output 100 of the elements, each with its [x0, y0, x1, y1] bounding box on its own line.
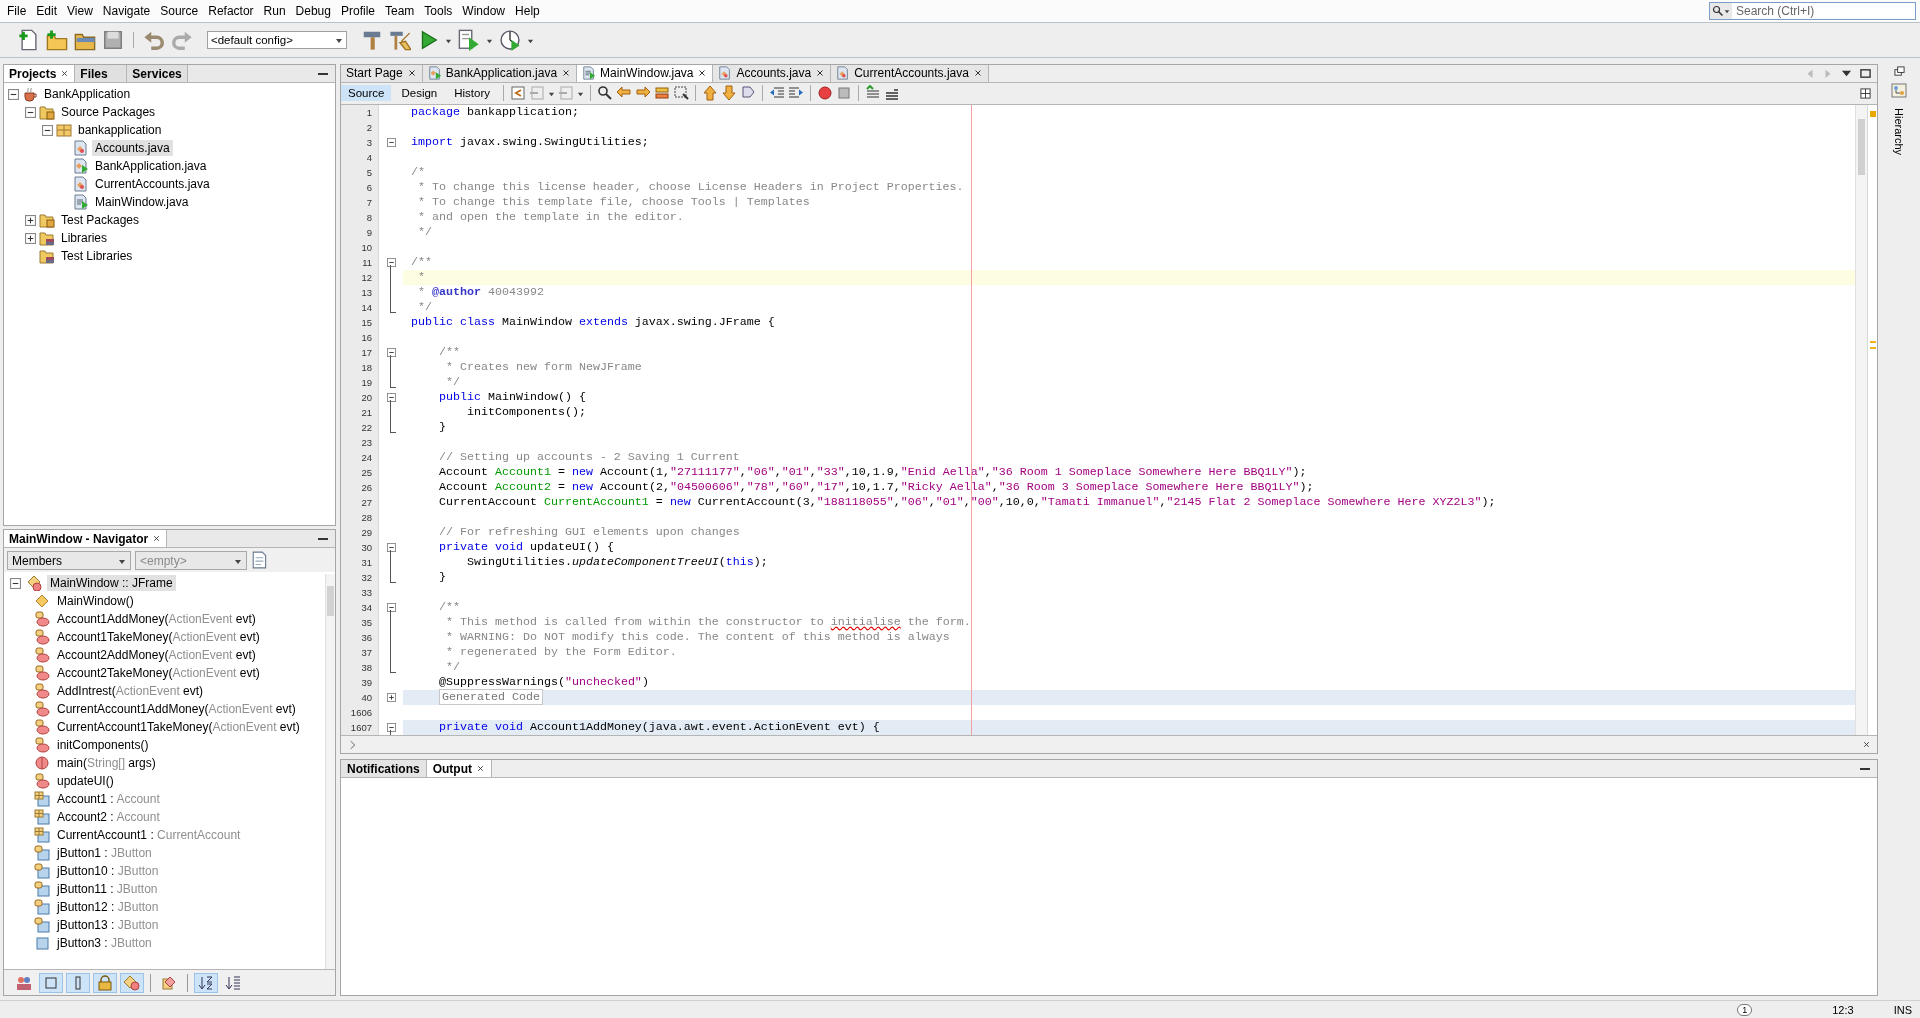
menu-item[interactable]: Source — [155, 1, 204, 21]
view-tab[interactable]: Source — [341, 85, 392, 102]
tree-item[interactable]: Accounts.java — [92, 140, 173, 156]
close-icon[interactable] — [60, 69, 70, 78]
collapse-icon[interactable] — [25, 106, 36, 118]
navigator-item[interactable]: Account2AddMoney(ActionEvent evt) — [54, 647, 259, 663]
tree-item[interactable]: Test Packages — [58, 212, 143, 228]
navigator-item[interactable]: MainWindow() — [54, 593, 137, 609]
navigator-item[interactable]: Account1TakeMoney(ActionEvent evt) — [54, 629, 263, 645]
tree-item[interactable]: Source Packages — [58, 104, 159, 120]
navigator-item[interactable]: main(String[] args) — [54, 755, 159, 771]
navigator-item[interactable]: jButton13 : JButton — [54, 917, 162, 933]
navigator-item[interactable]: jButton12 : JButton — [54, 899, 162, 915]
arrow-up-icon[interactable] — [702, 85, 719, 102]
navigator-item[interactable]: jButton10 : JButton — [54, 863, 162, 879]
tree-item[interactable]: Libraries — [58, 230, 111, 246]
menu-item[interactable]: Tools — [419, 1, 458, 21]
arrow-down-icon[interactable] — [721, 85, 738, 102]
tree-item[interactable]: BankApplication — [41, 86, 134, 102]
editor-tab[interactable]: CurrentAccounts.java — [831, 65, 989, 82]
navigator-item[interactable]: MainWindow :: JFrame — [47, 575, 176, 591]
editor-tab[interactable]: Start Page — [341, 65, 423, 82]
scrollbar[interactable] — [325, 574, 335, 969]
navigator-item[interactable]: CurrentAccount1TakeMoney(ActionEvent evt) — [54, 719, 303, 735]
menu-item[interactable]: Run — [258, 1, 291, 21]
close-icon[interactable] — [1862, 740, 1871, 749]
split-icon[interactable] — [1860, 87, 1871, 99]
hammer-broom-icon[interactable] — [389, 29, 411, 51]
panel-tab[interactable]: MainWindow - Navigator — [4, 530, 168, 547]
navigator-item[interactable]: Account1 : Account — [54, 791, 163, 807]
menu-item[interactable]: Team — [380, 1, 420, 21]
record-icon[interactable] — [817, 85, 834, 102]
tree-item[interactable]: CurrentAccounts.java — [92, 176, 213, 192]
tree-item[interactable]: bankapplication — [75, 122, 165, 138]
expand-icon[interactable] — [25, 214, 36, 226]
filter-button[interactable] — [120, 972, 144, 993]
navigator-item[interactable]: jButton11 : JButton — [54, 881, 161, 897]
menu-item[interactable]: Profile — [336, 1, 380, 21]
menu-item[interactable]: Help — [510, 1, 545, 21]
maximize-icon[interactable] — [1860, 67, 1871, 79]
close-icon[interactable] — [152, 534, 162, 543]
menu-item[interactable]: View — [62, 1, 98, 21]
filter-button[interactable] — [194, 972, 218, 993]
view-tab[interactable]: History — [447, 85, 498, 102]
navigator-item[interactable]: CurrentAccount1 : CurrentAccount — [54, 827, 244, 843]
panel-tab[interactable]: Projects — [4, 65, 76, 82]
side-tab[interactable]: Hierarchy — [1893, 105, 1905, 159]
menu-item[interactable]: Edit — [31, 1, 63, 21]
notification-badge[interactable]: 1 — [1737, 1003, 1753, 1016]
expand-icon[interactable] — [25, 232, 36, 244]
collapse-icon[interactable] — [386, 347, 396, 357]
collapse-icon[interactable] — [386, 137, 396, 147]
search-icon[interactable] — [597, 85, 614, 102]
close-icon[interactable] — [476, 764, 485, 773]
panel-tab[interactable]: Notifications — [341, 760, 427, 777]
debug-icon[interactable] — [458, 29, 480, 51]
scrollbar[interactable] — [1855, 104, 1867, 736]
collapse-icon[interactable] — [8, 88, 19, 100]
selection-icon[interactable] — [673, 85, 690, 102]
tree-item[interactable]: BankApplication.java — [92, 158, 210, 174]
menu-item[interactable]: File — [2, 1, 32, 21]
panel-tab[interactable]: Files — [75, 65, 128, 82]
tree-item[interactable]: MainWindow.java — [92, 194, 192, 210]
menu-item[interactable]: Window — [457, 1, 511, 21]
collapse-icon[interactable] — [386, 257, 396, 267]
navigator-item[interactable]: Account2TakeMoney(ActionEvent evt) — [54, 665, 263, 681]
navigator-item[interactable]: updateUI() — [54, 773, 117, 789]
undo-icon[interactable] — [143, 29, 165, 51]
members-dropdown[interactable]: Members — [7, 551, 131, 570]
back-icon[interactable] — [510, 85, 527, 102]
filter-button[interactable] — [93, 972, 117, 993]
menu-item[interactable]: Navigate — [97, 1, 156, 21]
new-project-icon[interactable] — [46, 29, 68, 51]
collapse-icon[interactable] — [386, 542, 396, 552]
hammer-icon[interactable] — [361, 29, 383, 51]
panel-tab[interactable]: Output — [426, 760, 492, 777]
caret-icon[interactable] — [335, 36, 343, 44]
profile-icon[interactable] — [499, 29, 521, 51]
editor-tab[interactable]: Accounts.java — [713, 65, 832, 82]
navigator-item[interactable]: jButton1 : JButton — [54, 845, 155, 861]
restore-icon[interactable] — [1893, 66, 1905, 77]
panel-tab[interactable]: Services — [127, 65, 188, 82]
navigator-item[interactable]: AddIntrest(ActionEvent evt) — [54, 683, 207, 699]
menu-item[interactable]: Debug — [290, 1, 336, 21]
menu-item[interactable]: Refactor — [203, 1, 259, 21]
editor-tab[interactable]: BankApplication.java — [422, 65, 578, 82]
collapse-icon[interactable] — [42, 124, 53, 136]
config-dropdown[interactable]: <default config> — [207, 31, 347, 49]
navigator-item[interactable]: jButton3 : JButton — [54, 935, 155, 951]
tree-item[interactable]: Test Libraries — [58, 248, 136, 264]
navigator-item[interactable]: Account1AddMoney(ActionEvent evt) — [54, 611, 259, 627]
new-file-icon[interactable] — [18, 29, 40, 51]
expand-icon[interactable] — [386, 692, 396, 702]
navigator-item[interactable]: CurrentAccount1AddMoney(ActionEvent evt) — [54, 701, 299, 717]
collapse-icon[interactable] — [386, 392, 396, 402]
collapse-icon[interactable] — [386, 722, 396, 732]
collapse-icon[interactable] — [386, 602, 396, 612]
navigator-item[interactable]: initComponents() — [54, 737, 152, 753]
view-tab[interactable]: Design — [394, 85, 445, 102]
collapse-icon[interactable] — [10, 577, 21, 589]
